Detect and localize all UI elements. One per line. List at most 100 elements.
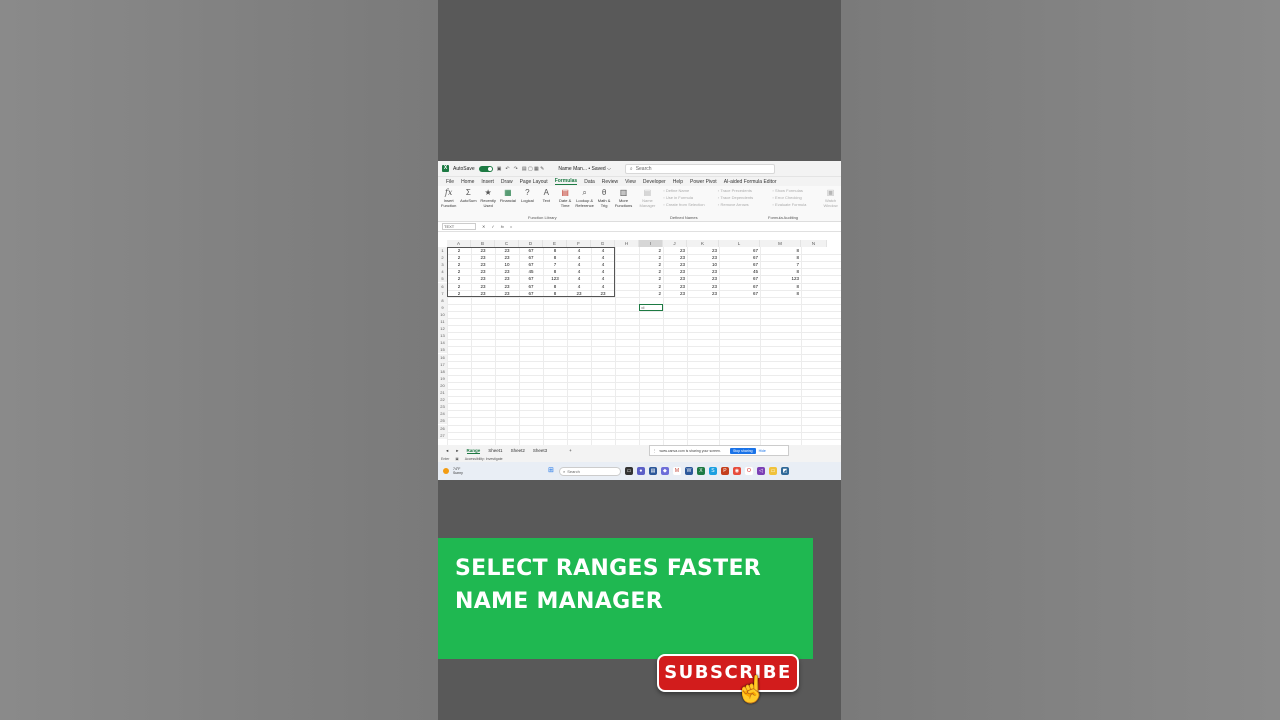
chat-icon[interactable]: ● — [636, 467, 645, 475]
quick-access-icons[interactable]: ▤ ▢ ▦ ✎ — [522, 166, 545, 172]
formula-input[interactable]: = — [510, 224, 512, 229]
table-cell[interactable]: 23 — [687, 268, 719, 275]
row-header[interactable]: 14 — [438, 339, 447, 347]
column-header[interactable]: M — [760, 240, 801, 247]
table-cell[interactable]: 23 — [663, 268, 687, 275]
column-header[interactable]: L — [719, 240, 760, 247]
table-cell[interactable]: 45 — [719, 268, 760, 275]
spreadsheet-grid[interactable]: A B C D E F G H I J K L M N 1 2 3 4 5 6 7 8 9 10 11 12 13 14 15 16 17 1… — [438, 240, 841, 445]
tab-help[interactable]: Help — [673, 179, 683, 185]
trace-dependents-button[interactable]: Trace Dependents — [718, 195, 765, 200]
table-cell[interactable]: 67 — [719, 275, 760, 282]
weather-widget[interactable]: 74°F Sunny — [453, 467, 463, 475]
column-header[interactable]: N — [801, 240, 827, 247]
column-header[interactable]: A — [447, 240, 471, 247]
column-header[interactable]: F — [567, 240, 591, 247]
row-header[interactable]: 24 — [438, 410, 447, 418]
row-header[interactable]: 1 — [438, 247, 447, 254]
row-header[interactable]: 25 — [438, 417, 447, 425]
error-checking-button[interactable]: Error Checking — [773, 195, 820, 200]
more-functions-button[interactable]: ▥ More Functions — [615, 188, 632, 219]
skype-icon[interactable]: S — [708, 467, 717, 475]
row-header[interactable]: 11 — [438, 318, 447, 325]
excel-taskbar-icon[interactable]: X — [696, 467, 705, 475]
mail-icon[interactable]: M — [672, 467, 681, 475]
table-cell[interactable]: 23 — [663, 261, 687, 268]
table-cell[interactable]: 23 — [687, 290, 719, 297]
financial-button[interactable]: ▦ Financial — [500, 188, 516, 219]
row-header[interactable]: 20 — [438, 381, 447, 389]
undo-icon[interactable]: ↶ — [505, 166, 509, 172]
table-cell[interactable]: 23 — [687, 247, 719, 254]
sheet-nav-next-icon[interactable]: ▸ — [456, 448, 458, 454]
redo-icon[interactable]: ↷ — [514, 166, 518, 172]
row-header[interactable]: 5 — [438, 275, 447, 283]
taskbar-search-input[interactable]: ⌕ Search — [558, 466, 621, 476]
tab-insert[interactable]: Insert — [481, 179, 494, 185]
drag-handle-icon[interactable]: ⋮ — [653, 449, 657, 453]
table-cell[interactable]: 2 — [639, 275, 663, 282]
active-cell-input[interactable]: =I — [639, 303, 663, 311]
powerpoint-icon[interactable]: P — [720, 467, 729, 475]
chrome-icon[interactable]: ◉ — [732, 467, 741, 475]
table-cell[interactable]: 8 — [760, 290, 801, 297]
table-cell[interactable]: 8 — [760, 254, 801, 261]
table-cell[interactable]: 67 — [719, 290, 760, 297]
row-header[interactable]: 13 — [438, 332, 447, 340]
tab-home[interactable]: Home — [461, 179, 474, 185]
sheet-nav-prev-icon[interactable]: ◂ — [446, 448, 448, 454]
table-cell[interactable]: 23 — [687, 254, 719, 261]
row-header[interactable]: 9 — [438, 303, 447, 311]
name-manager-button[interactable]: ▤ Name Manager — [640, 188, 656, 219]
column-header[interactable]: K — [687, 240, 719, 247]
name-box[interactable]: TEXT — [442, 223, 476, 230]
table-cell[interactable]: 67 — [719, 283, 760, 290]
enter-icon[interactable]: ✓ — [491, 224, 494, 229]
sheet-tab-range[interactable]: Range — [466, 448, 481, 454]
table-cell[interactable]: 23 — [687, 275, 719, 282]
table-cell[interactable]: 23 — [663, 283, 687, 290]
table-cell[interactable]: 67 — [719, 261, 760, 268]
lookup-reference-button[interactable]: ⌕ Lookup & Reference — [575, 188, 593, 219]
row-header[interactable]: 21 — [438, 389, 447, 396]
use-in-formula-button[interactable]: Use in Formula — [663, 195, 710, 200]
task-view-icon[interactable]: ▭ — [624, 467, 633, 475]
accessibility-status[interactable]: Accessibility: Investigate — [465, 457, 503, 461]
row-header[interactable]: 2 — [438, 254, 447, 262]
stop-sharing-button[interactable]: Stop sharing — [729, 447, 756, 454]
table-cell[interactable]: 2 — [639, 247, 663, 254]
show-formulas-button[interactable]: Show Formulas — [773, 188, 820, 193]
sheet-tab-sheet1[interactable]: Sheet1 — [488, 448, 502, 453]
column-header[interactable]: J — [663, 240, 687, 247]
table-cell[interactable]: 2 — [639, 254, 663, 261]
app-icon[interactable]: ◆ — [660, 467, 669, 475]
column-header[interactable]: H — [615, 240, 639, 247]
date-time-button[interactable]: ▤ Date & Time — [558, 188, 573, 219]
create-from-selection-button[interactable]: Create from Selection — [663, 202, 710, 207]
table-cell[interactable]: 23 — [663, 247, 687, 254]
table-cell[interactable]: 2 — [639, 283, 663, 290]
row-header[interactable]: 12 — [438, 325, 447, 333]
tab-power-pivot[interactable]: Power Pivot — [690, 179, 717, 185]
file-name[interactable]: Name Man... • Saved ⌵ — [558, 166, 611, 172]
table-cell[interactable]: 2 — [639, 261, 663, 268]
row-header[interactable]: 17 — [438, 360, 447, 368]
row-header[interactable]: 15 — [438, 346, 447, 354]
tab-data[interactable]: Data — [584, 179, 595, 185]
windows-start-icon[interactable]: ⊞ — [547, 467, 555, 475]
column-header[interactable]: I — [639, 240, 663, 247]
sheet-tab-sheet3[interactable]: Sheet3 — [533, 448, 547, 453]
insert-function-button[interactable]: fx Insert Function — [441, 188, 456, 219]
subscribe-button[interactable]: SUBSCRIBE — [657, 654, 799, 692]
define-name-button[interactable]: Define Name — [663, 188, 710, 193]
table-cell[interactable]: 123 — [760, 275, 801, 282]
add-sheet-button[interactable]: + — [569, 448, 572, 453]
tab-developer[interactable]: Developer — [643, 179, 666, 185]
table-cell[interactable]: 8 — [760, 268, 801, 275]
search-input[interactable]: ⌕ Search — [624, 163, 775, 174]
row-header[interactable]: 8 — [438, 296, 447, 304]
column-header[interactable]: C — [495, 240, 519, 247]
watch-window-button[interactable]: ▣ Watch Window — [823, 188, 838, 219]
tab-page-layout[interactable]: Page Layout — [520, 179, 548, 185]
tab-file[interactable]: File — [446, 179, 454, 185]
